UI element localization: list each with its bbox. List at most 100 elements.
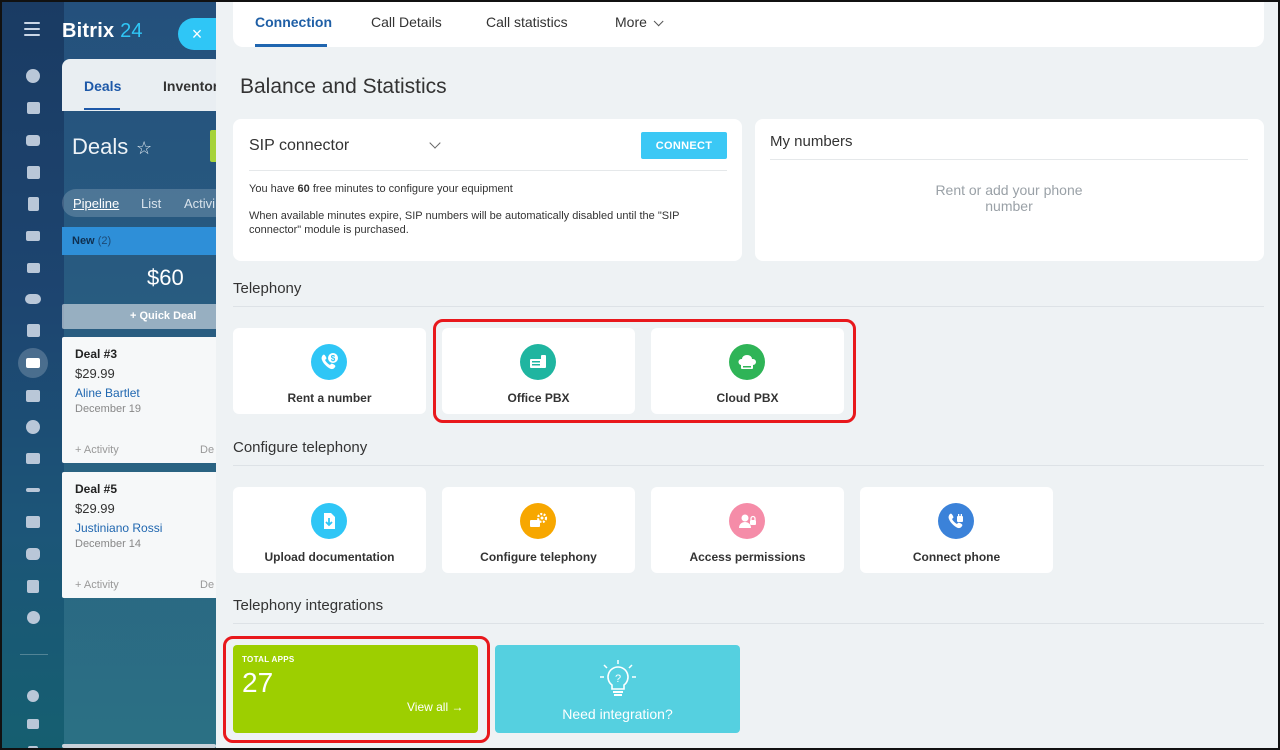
configure-gear-icon [520, 503, 556, 539]
deal-date: December 19 [75, 403, 142, 415]
need-integration-tile[interactable]: ? Need integration? [495, 645, 740, 733]
highlight-total-apps [223, 636, 490, 743]
chat-icon[interactable] [24, 132, 42, 148]
deal-add-activity[interactable]: + Activity [75, 444, 119, 456]
more-icon[interactable] [24, 609, 42, 625]
menu-icon[interactable] [24, 22, 40, 36]
tab-call-details[interactable]: Call Details [371, 14, 442, 30]
shop-icon[interactable] [24, 450, 42, 466]
deal-extra: De [200, 444, 215, 456]
crm-page-title: Deals [72, 134, 129, 159]
sip-connector-card: SIP connector CONNECT You have 60 free m… [233, 119, 742, 261]
deal-card[interactable]: Deal #5 $29.99 Justiniano Rossi December… [62, 472, 218, 598]
tile-upload-documentation[interactable]: Upload documentation [233, 487, 426, 573]
telephony-tabs: Connection Call Details Call statistics … [233, 2, 1264, 47]
connect-phone-icon [938, 503, 974, 539]
tasks-icon[interactable] [24, 100, 42, 116]
tab-connection[interactable]: Connection [255, 14, 332, 30]
tab-active-indicator [255, 44, 327, 47]
tile-label: Upload documentation [264, 550, 395, 564]
crm-icon[interactable] [18, 348, 48, 378]
stage-label: New (2) [72, 235, 112, 247]
activity-stream-icon[interactable] [24, 68, 42, 84]
sip-connector-title: SIP connector [249, 137, 350, 154]
documents-icon[interactable] [24, 196, 42, 212]
screenshot-frame: Bitrix 24 × Deals Inventor Deals ☆ Pipel… [0, 0, 1280, 750]
connect-button[interactable]: CONNECT [641, 132, 727, 159]
quick-deal-label: + Quick Deal [130, 310, 197, 322]
crm-tab-active-indicator [84, 108, 120, 110]
deal-extra: De [200, 579, 215, 591]
free-minutes-text: You have 60 free minutes to configure yo… [249, 183, 513, 195]
tile-configure-telephony[interactable]: Configure telephony [442, 487, 635, 573]
stage-sum: $60 [147, 265, 184, 290]
close-slider-button[interactable]: × [178, 18, 216, 50]
my-numbers-empty-state: Rent or add your phone number [935, 182, 1083, 214]
view-pipeline[interactable]: Pipeline [73, 196, 119, 211]
store-icon[interactable] [24, 388, 42, 404]
access-lock-icon [729, 503, 765, 539]
help-icon[interactable] [24, 688, 42, 704]
view-activities[interactable]: Activi [184, 196, 215, 211]
tile-connect-phone[interactable]: Connect phone [860, 487, 1053, 573]
settings-icon[interactable] [24, 742, 42, 748]
rail-divider [20, 654, 48, 655]
deal-contact[interactable]: Aline Bartlet [75, 386, 140, 400]
deal-title: Deal #5 [75, 482, 118, 496]
target-icon[interactable] [24, 419, 42, 435]
crm-horizontal-scrollbar[interactable] [62, 744, 216, 748]
chevron-down-icon[interactable] [429, 137, 441, 149]
deal-date: December 14 [75, 538, 142, 550]
svg-text:$: $ [331, 354, 336, 363]
page-title: Balance and Statistics [240, 75, 447, 98]
structure-icon[interactable] [24, 716, 42, 732]
tile-label: Connect phone [912, 550, 1001, 564]
deal-price: $29.99 [75, 501, 115, 516]
tile-label: Access permissions [689, 550, 806, 564]
sign-icon[interactable] [24, 482, 42, 498]
groups-icon[interactable] [24, 291, 42, 307]
section-divider [233, 306, 1264, 307]
tab-call-statistics[interactable]: Call statistics [486, 14, 568, 30]
telephony-slider-panel: Connection Call Details Call statistics … [216, 2, 1278, 748]
bitrix24-logo: Bitrix 24 [62, 20, 143, 42]
divider [249, 170, 727, 171]
mail-icon[interactable] [24, 260, 42, 276]
deal-contact[interactable]: Justiniano Rossi [75, 521, 162, 535]
favorite-star-icon[interactable]: ☆ [136, 138, 152, 159]
calendar-icon[interactable] [24, 164, 42, 180]
chevron-down-icon [653, 16, 664, 27]
deal-title: Deal #3 [75, 347, 118, 361]
section-divider [233, 465, 1264, 466]
tile-rent-a-number[interactable]: $ Rent a number [233, 328, 426, 414]
deal-price: $29.99 [75, 366, 115, 381]
tab-more[interactable]: More [615, 14, 664, 30]
section-title-configure: Configure telephony [233, 439, 368, 456]
drive-icon[interactable] [24, 228, 42, 244]
checklist-icon[interactable] [24, 322, 42, 338]
section-title-telephony: Telephony [233, 280, 302, 297]
svg-text:?: ? [615, 673, 621, 685]
left-navigation-rail [2, 2, 64, 748]
my-numbers-card: My numbers Rent or add your phone number [755, 119, 1264, 261]
tile-label: Configure telephony [480, 550, 597, 564]
deal-card[interactable]: Deal #3 $29.99 Aline Bartlet December 19… [62, 337, 218, 463]
upload-document-icon [311, 503, 347, 539]
crm-tab-deals[interactable]: Deals [84, 78, 121, 94]
tile-access-permissions[interactable]: Access permissions [651, 487, 844, 573]
sip-expiry-note: When available minutes expire, SIP numbe… [249, 210, 680, 236]
lightbulb-icon: ? [600, 660, 636, 696]
close-icon: × [191, 23, 203, 44]
section-title-integrations: Telephony integrations [233, 597, 384, 614]
my-numbers-title: My numbers [770, 133, 853, 150]
dollar-phone-icon: $ [311, 344, 347, 380]
tile-label: Rent a number [287, 391, 372, 405]
section-divider [233, 623, 1264, 624]
box-icon[interactable] [24, 578, 42, 594]
robot-icon[interactable] [24, 546, 42, 562]
highlight-pbx-options [433, 319, 856, 423]
view-list[interactable]: List [141, 196, 161, 211]
crm-tab-inventory[interactable]: Inventor [163, 78, 218, 94]
deal-add-activity[interactable]: + Activity [75, 579, 119, 591]
contact-center-icon[interactable] [24, 514, 42, 530]
